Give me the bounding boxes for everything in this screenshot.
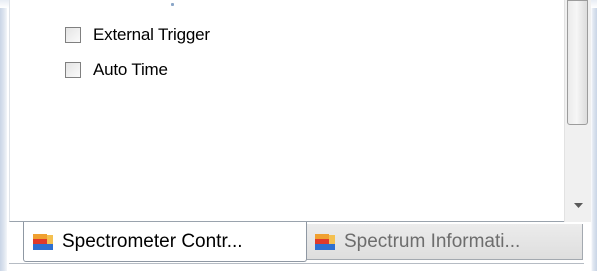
- window-right-edge: [591, 0, 597, 271]
- scroll-marker: [171, 3, 174, 6]
- panel-window-icon: [315, 233, 335, 250]
- arrow-down-icon: [573, 202, 583, 208]
- tab-spectrum-information[interactable]: Spectrum Informati...: [306, 224, 583, 260]
- auto-time-checkbox[interactable]: [65, 62, 81, 78]
- panel-window-icon: [33, 233, 53, 250]
- panel-frame: External Trigger Auto Time Spectrometer …: [0, 0, 597, 271]
- external-trigger-label[interactable]: External Trigger: [93, 25, 210, 45]
- scroll-down-button[interactable]: [565, 192, 591, 218]
- tab-spectrum-information-label: Spectrum Informati...: [344, 230, 521, 252]
- auto-time-option[interactable]: Auto Time: [65, 58, 168, 82]
- external-trigger-checkbox[interactable]: [65, 27, 81, 43]
- tab-spectrometer-control[interactable]: Spectrometer Contr...: [23, 222, 307, 262]
- external-trigger-option[interactable]: External Trigger: [65, 23, 210, 47]
- window-left-edge: [0, 0, 7, 271]
- auto-time-label[interactable]: Auto Time: [93, 60, 168, 80]
- scroll-thumb[interactable]: [567, 0, 588, 125]
- vertical-scrollbar[interactable]: [564, 0, 591, 222]
- options-panel: External Trigger Auto Time: [9, 0, 591, 222]
- tab-strip: Spectrometer Contr... Spectrum Informati…: [9, 222, 584, 264]
- tab-spectrometer-control-label: Spectrometer Contr...: [62, 230, 243, 252]
- tab-strip-bottom-border: [9, 263, 584, 264]
